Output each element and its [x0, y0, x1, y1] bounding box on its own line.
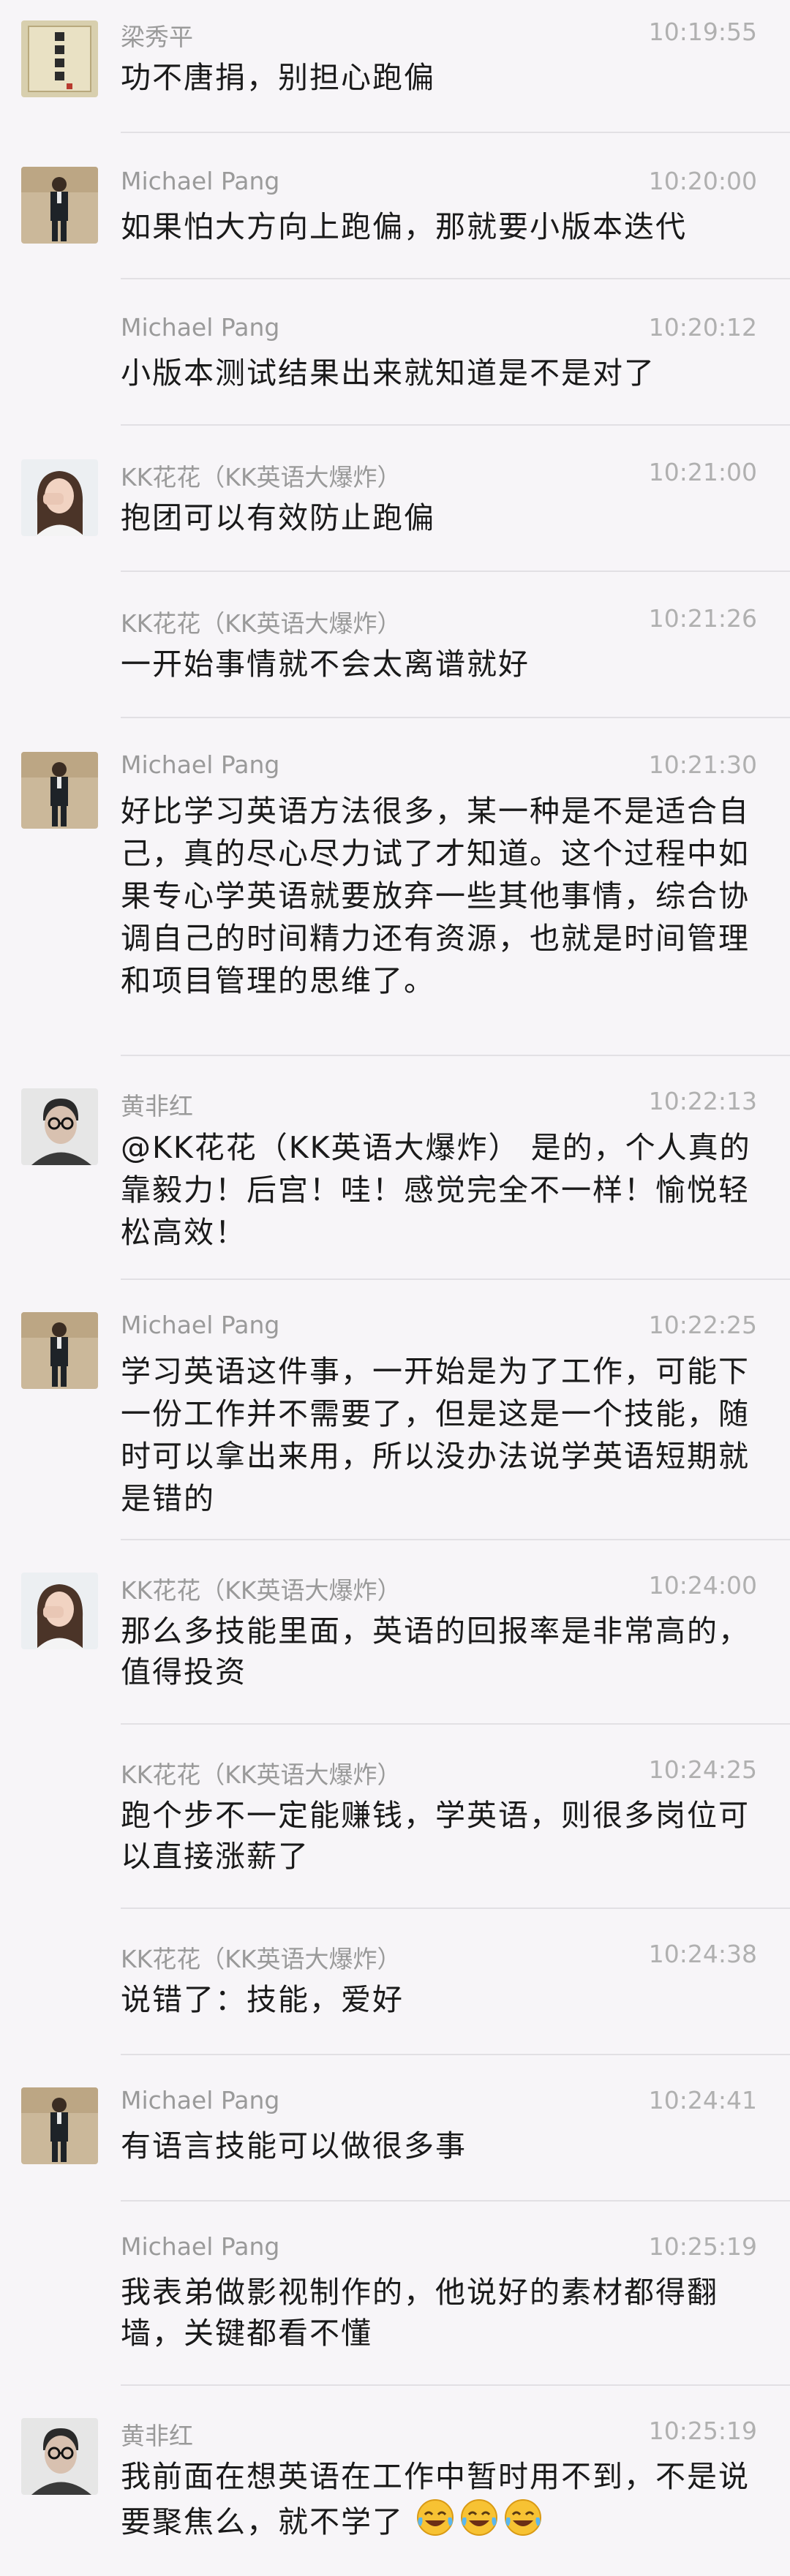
woman-avatar-icon	[21, 1573, 98, 1649]
message-text: @KK花花（KK英语大爆炸） 是的，个人真的靠毅力！后宫！哇！感觉完全不一样！愉…	[121, 1130, 751, 1250]
chat-message[interactable]: Michael Pang 10:25:19 我表弟做影视制作的，他说好的素材都得…	[0, 2202, 790, 2386]
sender-name: Michael Pang	[121, 750, 280, 779]
sender-name: KK花花（KK英语大爆炸）	[121, 463, 402, 492]
message-text: 跑个步不一定能赚钱，学英语，则很多岗位可以直接涨薪了	[121, 1798, 750, 1874]
avatar[interactable]	[21, 2087, 98, 2164]
avatar[interactable]	[21, 1088, 98, 1165]
message-time: 10:24:25	[648, 1755, 757, 1784]
chat-message[interactable]: Michael Pang 10:22:25 学习英语这件事，一开始是为了工作，可…	[0, 1280, 790, 1540]
chat-message[interactable]: KK花花（KK英语大爆炸） 10:21:00 抱团可以有效防止跑偏	[0, 426, 790, 572]
message-text: 有语言技能可以做很多事	[121, 2128, 467, 2163]
message-time: 10:24:00	[648, 1571, 757, 1600]
message-time: 10:21:30	[648, 750, 757, 779]
man-with-glasses-avatar-icon	[21, 1088, 98, 1165]
sender-name: KK花花（KK英语大爆炸）	[121, 1945, 402, 1973]
chat-message[interactable]: 黄非红 10:25:19 我前面在想英语在工作中暂时用不到，不是说要聚焦么，就不…	[0, 2386, 790, 2576]
chat-message[interactable]: KK花花（KK英语大爆炸） 10:24:38 说错了：技能，爱好	[0, 1909, 790, 2055]
message-text: 说错了：技能，爱好	[121, 1982, 404, 2017]
message-text: 一开始事情就不会太离谱就好	[121, 647, 530, 682]
man-in-suit-avatar-icon	[21, 167, 98, 244]
sender-name: 梁秀平	[121, 23, 193, 51]
message-text: 如果怕大方向上跑偏，那就要小版本迭代	[121, 209, 687, 244]
message-text: 好比学习英语方法很多，某一种是不是适合自己，真的尽心尽力试了才知道。这个过程中如…	[121, 794, 750, 998]
message-text-container: 我前面在想英语在工作中暂时用不到，不是说要聚焦么，就不学了	[121, 2456, 753, 2548]
message-time: 10:24:41	[648, 2086, 757, 2114]
message-text: 功不唐捐，别担心跑偏	[121, 60, 435, 95]
message-time: 10:20:00	[648, 167, 757, 195]
message-time: 10:21:00	[648, 458, 757, 486]
tears-of-joy-emoji-icon	[415, 2497, 456, 2548]
chat-message[interactable]: 梁秀平 10:19:55 功不唐捐，别担心跑偏	[0, 0, 790, 133]
chat-message[interactable]: Michael Pang 10:24:41 有语言技能可以做很多事	[0, 2055, 790, 2202]
avatar[interactable]	[21, 167, 98, 244]
chat-message[interactable]: KK花花（KK英语大爆炸） 10:21:26 一开始事情就不会太离谱就好	[0, 572, 790, 718]
message-time: 10:25:19	[648, 2417, 757, 2445]
sender-name: Michael Pang	[121, 313, 280, 342]
avatar[interactable]	[21, 1312, 98, 1389]
message-time: 10:21:26	[648, 604, 757, 633]
avatar[interactable]	[21, 20, 98, 97]
message-time: 10:19:55	[648, 18, 757, 46]
sender-name: Michael Pang	[121, 1311, 280, 1339]
avatar[interactable]	[21, 459, 98, 536]
tears-of-joy-emoji-icon	[503, 2497, 543, 2548]
avatar[interactable]	[21, 1573, 98, 1649]
sender-name: 黄非红	[121, 1092, 193, 1121]
sender-name: KK花花（KK英语大爆炸）	[121, 1576, 402, 1605]
message-time: 10:22:13	[648, 1087, 757, 1115]
message-text: 我表弟做影视制作的，他说好的素材都得翻墙，关键都看不懂	[121, 2275, 718, 2351]
man-in-suit-avatar-icon	[21, 2087, 98, 2164]
avatar[interactable]	[21, 752, 98, 829]
man-in-suit-avatar-icon	[21, 1312, 98, 1389]
message-time: 10:22:25	[648, 1311, 757, 1339]
sender-name: Michael Pang	[121, 2232, 280, 2261]
sender-name: KK花花（KK英语大爆炸）	[121, 1760, 402, 1789]
man-in-suit-avatar-icon	[21, 752, 98, 829]
tears-of-joy-emoji-icon	[459, 2497, 500, 2548]
sender-name: Michael Pang	[121, 167, 280, 195]
message-time: 10:25:19	[648, 2232, 757, 2261]
message-text: 抱团可以有效防止跑偏	[121, 500, 435, 535]
message-time: 10:20:12	[648, 313, 757, 342]
sender-name: Michael Pang	[121, 2086, 280, 2114]
chat-message[interactable]: KK花花（KK英语大爆炸） 10:24:00 那么多技能里面，英语的回报率是非常…	[0, 1540, 790, 1725]
chat-message[interactable]: Michael Pang 10:21:30 好比学习英语方法很多，某一种是不是适…	[0, 718, 790, 1056]
man-with-glasses-avatar-icon	[21, 2418, 98, 2495]
chat-message[interactable]: KK花花（KK英语大爆炸） 10:24:25 跑个步不一定能赚钱，学英语，则很多…	[0, 1725, 790, 1909]
avatar[interactable]	[21, 2418, 98, 2495]
message-text: 小版本测试结果出来就知道是不是对了	[121, 355, 655, 391]
chat-message[interactable]: Michael Pang 10:20:00 如果怕大方向上跑偏，那就要小版本迭代	[0, 133, 790, 279]
sender-name: 黄非红	[121, 2422, 193, 2450]
woman-avatar-icon	[21, 459, 98, 536]
chat-message[interactable]: 黄非红 10:22:13 @KK花花（KK英语大爆炸） 是的，个人真的靠毅力！后…	[0, 1056, 790, 1280]
sender-name: KK花花（KK英语大爆炸）	[121, 609, 402, 638]
message-text: 学习英语这件事，一开始是为了工作，可能下一份工作并不需要了，但是这是一个技能，随…	[121, 1354, 750, 1516]
message-time: 10:24:38	[648, 1940, 757, 1968]
message-text: 那么多技能里面，英语的回报率是非常高的，值得投资	[121, 1613, 750, 1690]
chat-message[interactable]: Michael Pang 10:20:12 小版本测试结果出来就知道是不是对了	[0, 279, 790, 426]
calligraphy-avatar-icon	[21, 20, 98, 97]
